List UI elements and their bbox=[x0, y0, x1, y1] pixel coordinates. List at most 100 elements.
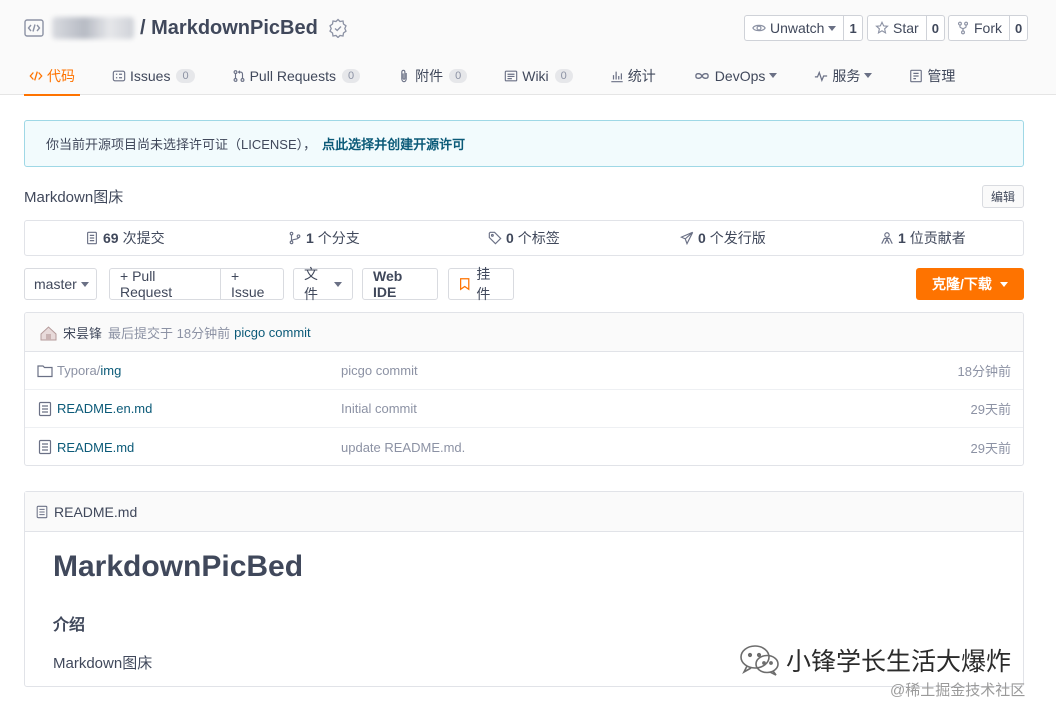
releases-count: 0 bbox=[698, 230, 706, 246]
branch-icon bbox=[289, 231, 301, 245]
tab-wiki[interactable]: Wiki 0 bbox=[499, 56, 578, 95]
code-icon bbox=[29, 70, 43, 81]
fork-button[interactable]: Fork bbox=[948, 15, 1009, 41]
file-name-link[interactable]: Typora/img bbox=[57, 363, 121, 378]
unwatch-button[interactable]: Unwatch bbox=[744, 15, 844, 41]
contributors-label: 位贡献者 bbox=[909, 230, 966, 246]
new-pull-request-button[interactable]: + Pull Request bbox=[110, 268, 220, 300]
tab-manage-label: 管理 bbox=[927, 67, 956, 84]
chevron-down-icon bbox=[334, 281, 342, 287]
fork-label: Fork bbox=[974, 20, 1002, 36]
stat-contributors[interactable]: 1 位贡献者 bbox=[880, 221, 966, 255]
repo-header: / MarkdownPicBed Unwatch 1 Star 0 Fork 0… bbox=[0, 0, 1056, 96]
readme-paragraph: Markdown图床 bbox=[53, 655, 153, 672]
repo-description: Markdown图床 bbox=[24, 189, 124, 206]
issues-count-badge: 0 bbox=[176, 68, 195, 83]
tab-services[interactable]: 服务 bbox=[809, 56, 877, 95]
bar-chart-icon bbox=[611, 71, 623, 82]
star-icon bbox=[875, 21, 889, 34]
star-button[interactable]: Star bbox=[867, 15, 926, 41]
repo-title: / MarkdownPicBed bbox=[24, 14, 348, 42]
stat-tags[interactable]: 0 个标签 bbox=[488, 221, 560, 255]
send-icon bbox=[680, 231, 694, 245]
commit-message-link[interactable]: picgo commit bbox=[234, 325, 311, 340]
branches-label: 个分支 bbox=[317, 230, 360, 246]
table-row[interactable]: Typora/img picgo commit 18分钟前 bbox=[25, 352, 1023, 390]
tab-issues[interactable]: Issues 0 bbox=[107, 56, 200, 95]
chevron-down-icon bbox=[999, 281, 1008, 287]
pendant-button[interactable]: 挂件 bbox=[448, 266, 514, 302]
repo-name[interactable]: / MarkdownPicBed bbox=[140, 17, 318, 40]
pulse-icon bbox=[815, 70, 828, 82]
avatar[interactable] bbox=[40, 324, 57, 341]
create-license-link[interactable]: 点此选择并创建开源许可 bbox=[322, 134, 465, 153]
stat-releases[interactable]: 0 个发行版 bbox=[680, 221, 766, 255]
owner-name-blurred[interactable] bbox=[52, 17, 134, 39]
star-label: Star bbox=[893, 20, 919, 36]
file-time: 29天前 bbox=[970, 402, 1011, 417]
file-commit-message[interactable]: picgo commit bbox=[341, 363, 418, 378]
chevron-down-icon bbox=[769, 73, 778, 78]
web-ide-button[interactable]: Web IDE bbox=[362, 268, 438, 300]
star-count[interactable]: 0 bbox=[925, 15, 945, 41]
watermark-text: 小锋学长生活大爆炸 bbox=[786, 648, 1012, 676]
file-time: 18分钟前 bbox=[957, 364, 1011, 379]
branch-name: master bbox=[34, 276, 77, 292]
star-group: Star 0 bbox=[867, 15, 945, 41]
wiki-count-badge: 0 bbox=[554, 68, 573, 83]
tab-issues-label: Issues bbox=[130, 67, 171, 84]
wiki-icon bbox=[504, 70, 518, 81]
pull-requests-count-badge: 0 bbox=[341, 68, 361, 83]
file-name-link[interactable]: README.en.md bbox=[57, 401, 152, 416]
table-row[interactable]: README.md update README.md. 29天前 bbox=[25, 428, 1023, 465]
commits-label: 次提交 bbox=[122, 230, 165, 246]
recommend-badge-icon[interactable] bbox=[328, 18, 348, 38]
license-notice-text: 你当前开源项目尚未选择许可证（LICENSE）， bbox=[46, 137, 317, 152]
commits-count: 69 bbox=[103, 230, 119, 246]
watch-group: Unwatch 1 bbox=[744, 15, 863, 41]
tab-services-label: 服务 bbox=[832, 67, 861, 84]
paperclip-icon bbox=[401, 69, 407, 82]
table-row[interactable]: README.en.md Initial commit 29天前 bbox=[25, 390, 1023, 428]
watch-count[interactable]: 1 bbox=[843, 15, 863, 41]
readme-header: README.md bbox=[25, 492, 1023, 532]
contributors-icon bbox=[881, 232, 893, 244]
watermark-subtext: @稀土掘金技术社区 bbox=[890, 682, 1026, 699]
tab-statistics[interactable]: 统计 bbox=[605, 56, 661, 95]
fork-count[interactable]: 0 bbox=[1009, 15, 1029, 41]
branch-select[interactable]: master bbox=[24, 268, 97, 300]
readme-filename: README.md bbox=[54, 503, 138, 520]
tab-code[interactable]: 代码 bbox=[24, 56, 80, 96]
folder-icon bbox=[37, 363, 53, 379]
file-list: 宋昙锋 最后提交于 18分钟前 picgo commit Typora/img … bbox=[24, 312, 1024, 466]
contributors-count: 1 bbox=[898, 230, 906, 246]
fork-group: Fork 0 bbox=[948, 15, 1029, 41]
attachments-count-badge: 0 bbox=[449, 68, 468, 83]
tab-manage[interactable]: 管理 bbox=[904, 56, 960, 95]
file-commit-message[interactable]: Initial commit bbox=[341, 401, 417, 416]
readme-section-heading: 介绍 bbox=[53, 617, 86, 634]
license-notice: 你当前开源项目尚未选择许可证（LICENSE）， 点此选择并创建开源许可 bbox=[24, 120, 1024, 167]
issues-icon bbox=[112, 70, 126, 81]
tab-attachments[interactable]: 附件 0 bbox=[392, 56, 472, 95]
unwatch-label: Unwatch bbox=[770, 20, 825, 36]
file-commit-message[interactable]: update README.md. bbox=[341, 440, 465, 455]
eye-icon bbox=[752, 24, 766, 32]
file-name-link[interactable]: README.md bbox=[57, 440, 134, 455]
file-menu-button[interactable]: 文件 bbox=[293, 266, 353, 302]
new-issue-button[interactable]: + Issue bbox=[220, 268, 283, 300]
tab-devops[interactable]: DevOps bbox=[688, 56, 783, 95]
stat-commits[interactable]: 69 次提交 bbox=[85, 221, 165, 255]
tab-wiki-label: Wiki bbox=[522, 67, 549, 84]
fork-icon bbox=[957, 21, 969, 35]
tab-pull-requests[interactable]: Pull Requests 0 bbox=[227, 56, 366, 95]
stat-branches[interactable]: 1 个分支 bbox=[288, 221, 360, 255]
branches-count: 1 bbox=[306, 230, 314, 246]
clone-download-button[interactable]: 克隆/下载 bbox=[916, 268, 1024, 300]
author-avatar-icon bbox=[40, 325, 57, 340]
edit-description-button[interactable]: 编辑 bbox=[982, 185, 1024, 208]
watermark: 小锋学长生活大爆炸 bbox=[738, 642, 1011, 678]
last-commit-bar: 宋昙锋 最后提交于 18分钟前 picgo commit bbox=[25, 313, 1023, 352]
file-icon bbox=[36, 505, 48, 518]
commit-author[interactable]: 宋昙锋 bbox=[63, 323, 102, 342]
